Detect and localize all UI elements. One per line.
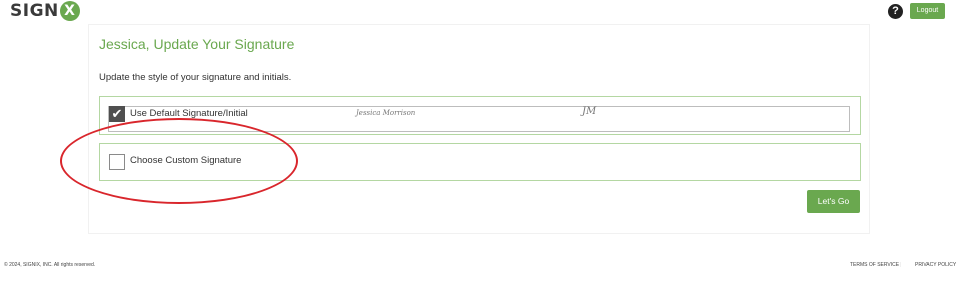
custom-signature-checkbox[interactable] xyxy=(109,154,125,170)
top-bar: SIGN X ? Logout xyxy=(0,0,960,24)
lets-go-button[interactable]: Let's Go xyxy=(807,190,860,213)
custom-signature-label[interactable]: Choose Custom Signature xyxy=(130,155,241,166)
help-icon[interactable]: ? xyxy=(888,4,903,19)
logo-text: SIGN xyxy=(10,1,59,21)
privacy-policy-link[interactable]: PRIVACY POLICY xyxy=(915,262,956,268)
logout-button[interactable]: Logout xyxy=(910,3,945,19)
signix-logo: SIGN X xyxy=(10,1,80,21)
footer-copyright: © 2024, SIGNIX, INC. All rights reserved… xyxy=(4,262,96,268)
terms-of-service-link[interactable]: TERMS OF SERVICE xyxy=(850,262,899,268)
default-signature-label[interactable]: Use Default Signature/Initial xyxy=(130,108,248,119)
logo-x-mark: X xyxy=(59,1,80,21)
signature-preview: Jessica Morrison xyxy=(356,109,416,117)
initials-preview: JM xyxy=(582,106,597,117)
footer-separator: | xyxy=(900,262,902,268)
default-signature-checkbox[interactable]: ✔ xyxy=(109,106,125,122)
page-subtitle: Update the style of your signature and i… xyxy=(99,72,292,83)
page-title: Jessica, Update Your Signature xyxy=(99,36,295,52)
